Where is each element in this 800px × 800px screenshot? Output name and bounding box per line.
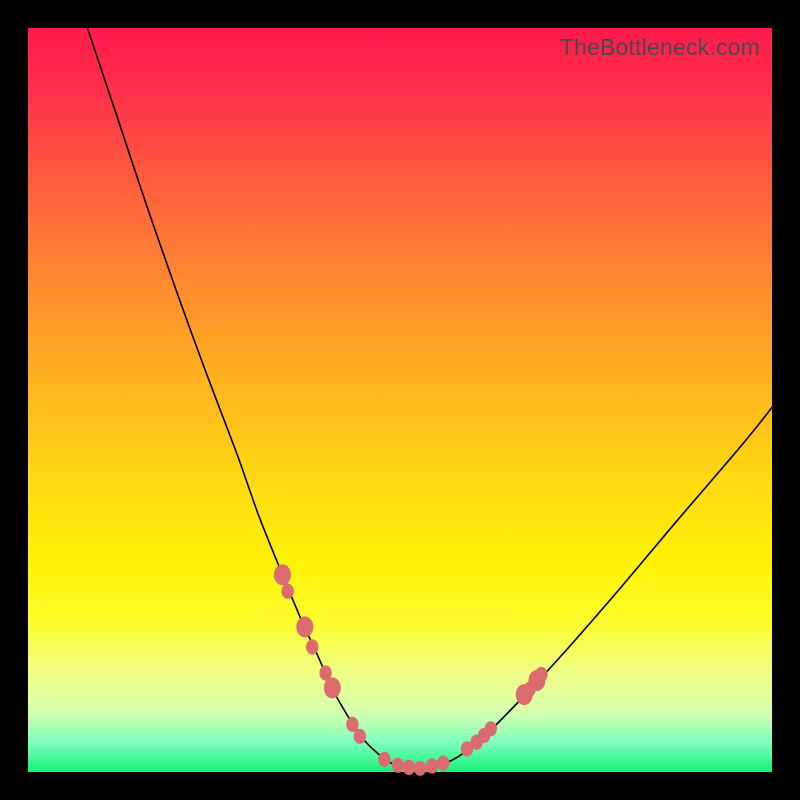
chart-frame: TheBottleneck.com — [0, 0, 800, 800]
data-marker — [306, 639, 318, 654]
data-marker — [485, 721, 497, 736]
data-marker — [282, 584, 294, 599]
curve-markers — [274, 564, 548, 776]
data-marker — [296, 616, 313, 637]
data-marker — [378, 752, 390, 767]
data-marker — [414, 761, 426, 776]
data-marker — [324, 677, 341, 698]
data-marker — [437, 756, 449, 771]
data-marker — [403, 760, 415, 775]
data-marker — [392, 758, 404, 773]
plot-area: TheBottleneck.com — [28, 28, 772, 772]
data-marker — [535, 667, 547, 682]
data-marker — [354, 729, 366, 744]
data-marker — [274, 564, 291, 585]
curve-path — [88, 28, 773, 769]
bottleneck-curve — [28, 28, 772, 772]
data-marker — [426, 758, 438, 773]
